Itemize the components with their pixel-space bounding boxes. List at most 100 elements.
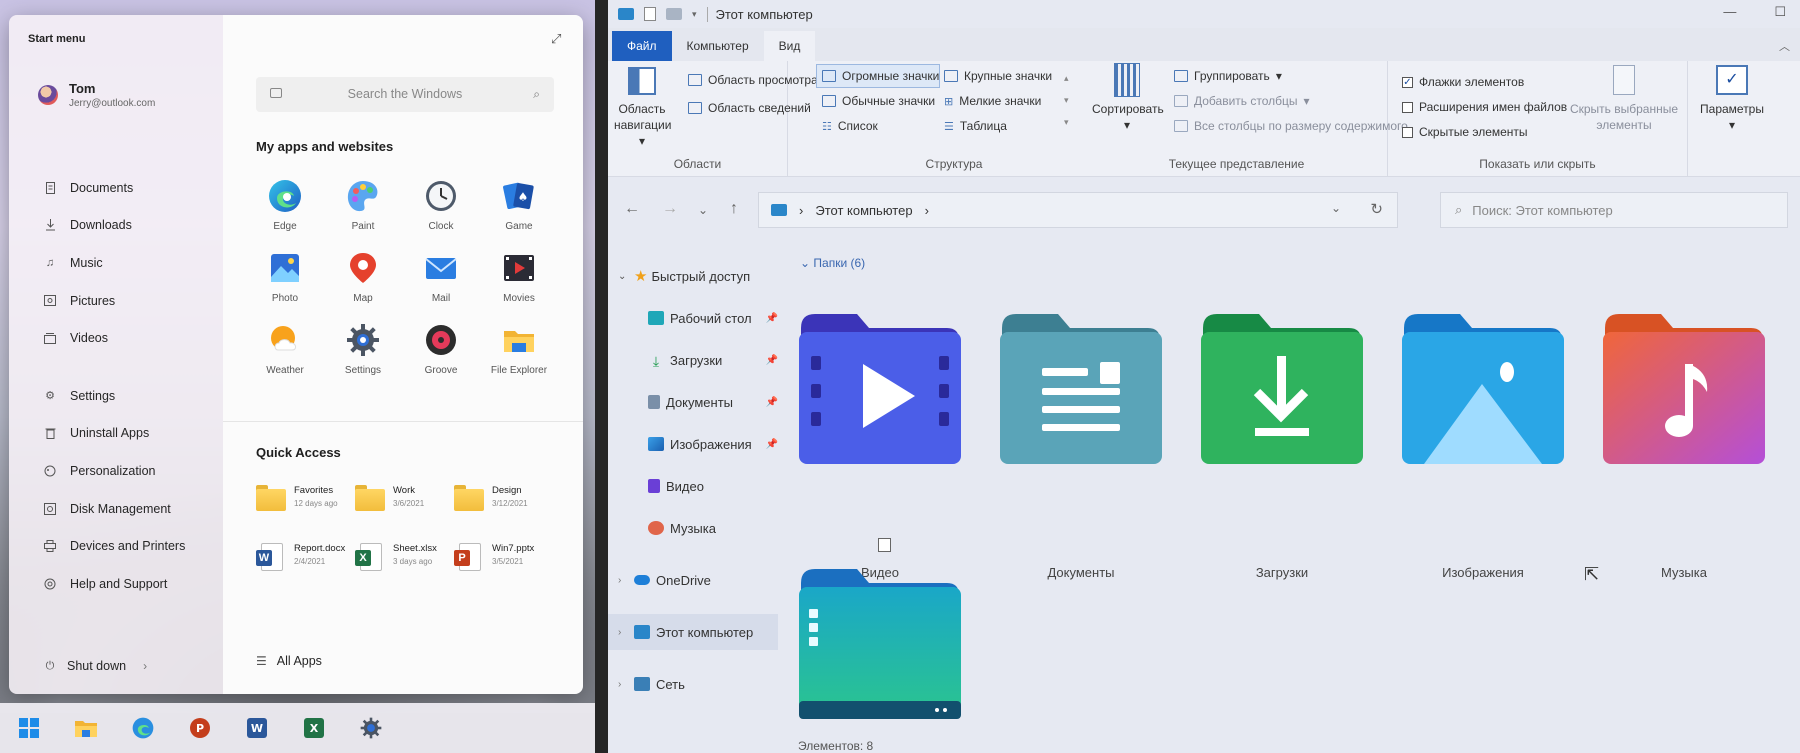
group-by-button[interactable]: Группировать ▾ <box>1174 69 1282 83</box>
nav-item-disk-management[interactable]: Disk Management <box>9 490 223 528</box>
chevron-down-icon[interactable]: ⌄ <box>1331 201 1341 215</box>
folder-tile-pictures[interactable]: Изображения <box>1398 308 1568 588</box>
app-paint[interactable]: Paint <box>324 178 402 232</box>
forward-arrow-icon[interactable]: → <box>662 200 678 218</box>
navigation-pane-button[interactable]: Область навигации ▾ <box>614 67 671 150</box>
layout-normal-icons[interactable]: Обычные значки <box>822 94 935 108</box>
pin-icon[interactable]: 📌 <box>766 439 778 450</box>
preview-pane-button[interactable]: Область просмотра <box>688 73 818 87</box>
app-movies[interactable]: Movies <box>480 250 558 304</box>
sidebar-onedrive[interactable]: › OneDrive <box>608 562 778 598</box>
layout-small-icons[interactable]: ⊞ Мелкие значки <box>944 94 1041 108</box>
user-profile[interactable]: Tom Jerry@outlook.com <box>38 81 155 109</box>
maximize-button[interactable]: ☐ <box>1774 4 1786 20</box>
pin-icon[interactable]: 📌 <box>766 355 778 366</box>
sidebar-item-documents[interactable]: Документы 📌 <box>608 384 778 420</box>
folder-tile-documents[interactable]: Документы <box>996 308 1166 588</box>
refresh-icon[interactable]: ↻ <box>1370 200 1383 218</box>
sidebar-item-pictures[interactable]: Изображения 📌 <box>608 426 778 462</box>
nav-item-downloads[interactable]: Downloads <box>9 207 223 245</box>
layout-large-icons[interactable]: Крупные значки <box>944 69 1052 83</box>
quick-item-report[interactable]: W Report.docx 2/4/2021 <box>256 543 355 571</box>
folder-tile-desktop[interactable] <box>795 563 965 723</box>
checkbox-unchecked[interactable] <box>1402 101 1413 113</box>
sidebar-this-pc[interactable]: › Этот компьютер <box>608 614 778 650</box>
app-clock[interactable]: Clock <box>402 178 480 232</box>
expand-icon[interactable]: ⤢ <box>551 31 565 46</box>
chevron-up-icon[interactable]: ︿ <box>1779 38 1790 54</box>
app-map[interactable]: Map <box>324 250 402 304</box>
app-photo[interactable]: Photo <box>246 250 324 304</box>
excel-icon[interactable]: X <box>285 703 342 753</box>
fit-columns-button[interactable]: Все столбцы по размеру содержимого <box>1174 119 1408 133</box>
breadcrumb-item[interactable]: Этот компьютер <box>815 203 912 218</box>
tab-file[interactable]: Файл <box>612 31 672 61</box>
back-arrow-icon[interactable]: ← <box>624 200 640 218</box>
sidebar-network[interactable]: › Сеть <box>608 666 778 702</box>
quick-item-design[interactable]: Design 3/12/2021 <box>454 485 553 511</box>
layout-huge-icons[interactable]: Огромные значки <box>822 69 939 83</box>
all-apps-button[interactable]: ☰ All Apps <box>256 654 322 668</box>
edge-icon[interactable] <box>114 703 171 753</box>
folder-tile-music[interactable]: Музыка <box>1599 308 1769 588</box>
word-icon[interactable]: W <box>228 703 285 753</box>
windows-logo-icon[interactable] <box>0 703 57 753</box>
layout-list[interactable]: ☷ Список <box>822 119 878 133</box>
chevron-down-icon[interactable]: ▾ <box>692 9 697 20</box>
options-button[interactable]: ✓ Параметры ▾ <box>1694 65 1770 133</box>
sidebar-item-videos[interactable]: Видео <box>608 468 778 504</box>
layout-table[interactable]: ☰ Таблица <box>944 119 1007 133</box>
address-bar[interactable]: › Этот компьютер › ⌄ ↻ <box>758 192 1398 228</box>
file-explorer-icon[interactable] <box>57 703 114 753</box>
hidden-items-toggle[interactable]: Скрытые элементы <box>1402 125 1528 139</box>
details-pane-button[interactable]: Область сведений <box>688 101 811 115</box>
sidebar-item-music[interactable]: Музыка <box>608 510 778 546</box>
powerpoint-icon[interactable]: P <box>171 703 228 753</box>
explorer-search-input[interactable]: ⌕ Поиск: Этот компьютер <box>1440 192 1788 228</box>
nav-item-pictures[interactable]: Pictures <box>9 282 223 320</box>
sidebar-item-downloads[interactable]: ⤓ Загрузки 📌 <box>608 342 778 378</box>
checkbox-checked[interactable]: ✓ <box>1402 76 1413 88</box>
extensions-toggle[interactable]: Расширения имен файлов <box>1402 100 1567 114</box>
folder-tile-downloads[interactable]: Загрузки <box>1197 308 1367 588</box>
recent-locations-icon[interactable]: ⌄ <box>698 203 708 217</box>
app-edge[interactable]: Edge <box>246 178 324 232</box>
pin-icon[interactable]: 📌 <box>766 397 778 408</box>
app-weather[interactable]: Weather <box>246 322 324 376</box>
group-header[interactable]: ⌄ Папки (6) <box>800 256 865 270</box>
nav-item-documents[interactable]: Documents <box>9 169 223 207</box>
nav-item-music[interactable]: ♫ Music <box>9 244 223 282</box>
gear-icon[interactable] <box>342 703 399 753</box>
nav-item-personalization[interactable]: Personalization <box>9 452 223 490</box>
nav-item-settings[interactable]: ⚙ Settings <box>9 377 223 415</box>
tab-computer[interactable]: Компьютер <box>672 31 764 61</box>
properties-icon[interactable] <box>644 7 656 21</box>
layout-scroll[interactable]: ▴ ▾ ▾ <box>1064 67 1069 133</box>
folder-icon[interactable] <box>666 8 682 20</box>
nav-item-uninstall-apps[interactable]: Uninstall Apps <box>9 415 223 453</box>
tab-view[interactable]: Вид <box>763 31 816 61</box>
sort-button[interactable]: Сортировать ▾ <box>1092 63 1164 133</box>
pin-icon[interactable]: 📌 <box>766 313 778 324</box>
item-checkboxes-toggle[interactable]: ✓ Флажки элементов <box>1402 75 1524 89</box>
add-columns-button[interactable]: Добавить столбцы ▾ <box>1174 94 1310 108</box>
app-settings[interactable]: Settings <box>324 322 402 376</box>
sidebar-item-desktop[interactable]: Рабочий стол 📌 <box>608 300 778 336</box>
app-groove[interactable]: Groove <box>402 322 480 376</box>
quick-item-work[interactable]: Work 3/6/2021 <box>355 485 454 511</box>
app-file-explorer[interactable]: File Explorer <box>480 322 558 376</box>
quick-item-win7[interactable]: P Win7.pptx 3/5/2021 <box>454 543 553 571</box>
item-checkbox[interactable] <box>878 538 891 552</box>
start-search-input[interactable]: Search the Windows ⌕ <box>256 77 554 112</box>
shutdown-button[interactable]: ⏻ Shut down › <box>44 659 147 673</box>
quick-item-sheet[interactable]: X Sheet.xlsx 3 days ago <box>355 543 454 571</box>
sidebar-quick-access[interactable]: ⌄ ★ Быстрый доступ <box>608 258 778 294</box>
checkbox-unchecked[interactable] <box>1402 126 1413 138</box>
nav-item-help-support[interactable]: Help and Support <box>9 565 223 603</box>
nav-item-devices-printers[interactable]: Devices and Printers <box>9 527 223 565</box>
nav-item-videos[interactable]: Videos <box>9 319 223 357</box>
quick-item-favorites[interactable]: Favorites 12 days ago <box>256 485 355 511</box>
app-game[interactable]: ♠ Game <box>480 178 558 232</box>
minimize-button[interactable]: — <box>1723 4 1736 20</box>
hide-selected-button[interactable]: Скрыть выбранные элементы <box>1568 65 1680 133</box>
